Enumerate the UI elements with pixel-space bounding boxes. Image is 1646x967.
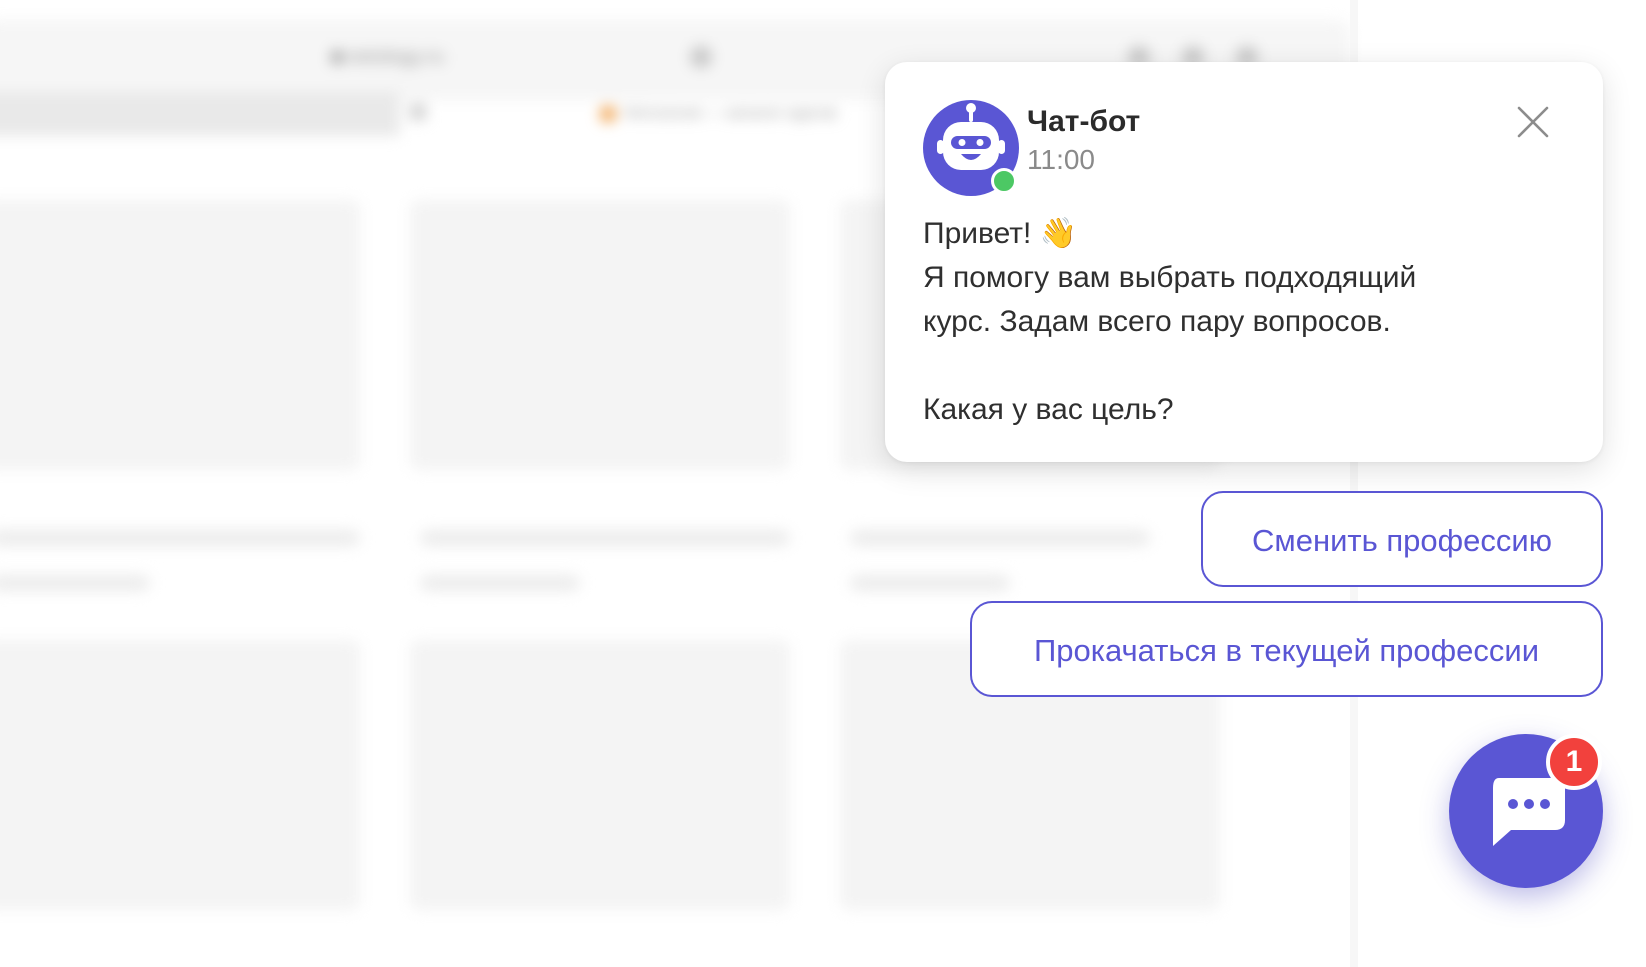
intro-text-line-2: курс. Задам всего пару вопросов. — [923, 305, 1391, 338]
close-icon[interactable] — [1513, 102, 1553, 142]
online-status-indicator — [991, 168, 1017, 194]
background-course-card — [0, 200, 360, 470]
background-text-line — [420, 575, 580, 591]
background-tab-strip — [0, 92, 400, 136]
background-tab-close-icon — [410, 104, 426, 120]
page: a.netology.ru Нетология — каталог курсов — [0, 0, 1646, 967]
background-course-card — [410, 640, 790, 910]
change-profession-button[interactable]: Сменить профессию — [1201, 491, 1603, 587]
level-up-profession-button[interactable]: Прокачаться в текущей профессии — [970, 601, 1603, 697]
bot-name: Чат-бот — [1027, 105, 1141, 138]
chat-bubble-icon — [1493, 778, 1565, 846]
chat-popup: Чат-бот 11:00 Привет! 👋 Я помогу вам выб… — [885, 62, 1603, 462]
background-text-line — [850, 530, 1150, 546]
background-text-line — [850, 575, 1010, 591]
background-text-line — [0, 575, 150, 591]
background-tab: Нетология — каталог курсов — [600, 104, 904, 124]
background-course-card — [410, 200, 790, 470]
question-text: Какая у вас цель? — [923, 393, 1174, 426]
intro-text-line-1: Я помогу вам выбрать подходящий — [923, 261, 1417, 294]
background-address-bar: a.netology.ru — [290, 40, 830, 74]
background-text-line — [0, 530, 360, 546]
background-text-line — [420, 530, 790, 546]
background-translate-icon — [690, 46, 712, 68]
message-time: 11:00 — [1027, 144, 1095, 175]
background-course-card — [0, 640, 360, 910]
bot-message: Привет! 👋 Я помогу вам выбрать подходящи… — [923, 212, 1563, 432]
unread-count-badge: 1 — [1546, 734, 1602, 790]
greeting-text: Привет! 👋 — [923, 217, 1078, 250]
